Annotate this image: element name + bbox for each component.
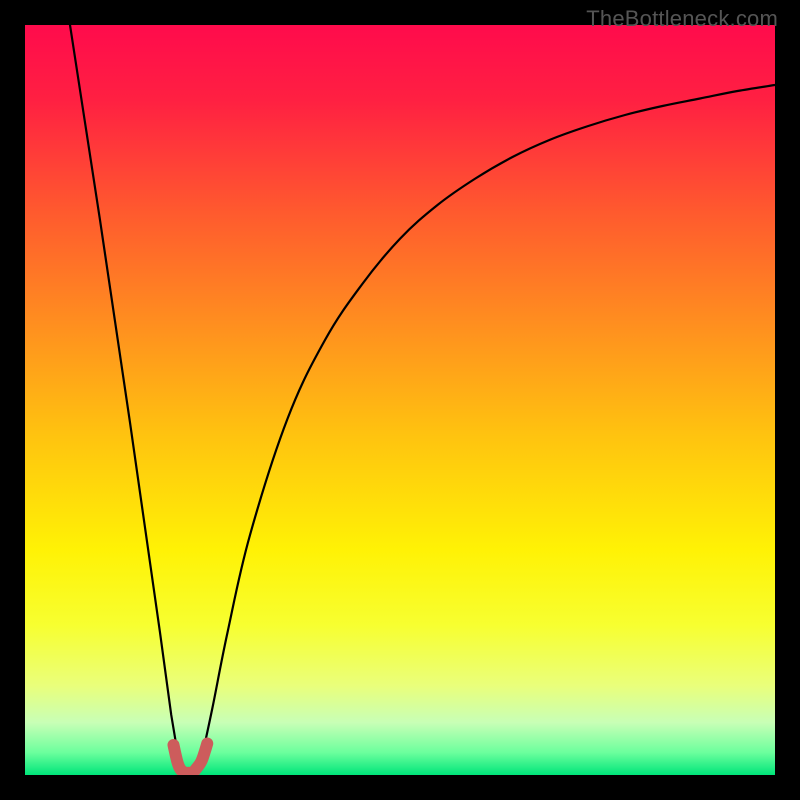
- chart-frame: TheBottleneck.com: [0, 0, 800, 800]
- plot-area: [25, 25, 775, 775]
- watermark-text: TheBottleneck.com: [586, 6, 778, 32]
- background-gradient: [25, 25, 775, 775]
- plot-svg: [25, 25, 775, 775]
